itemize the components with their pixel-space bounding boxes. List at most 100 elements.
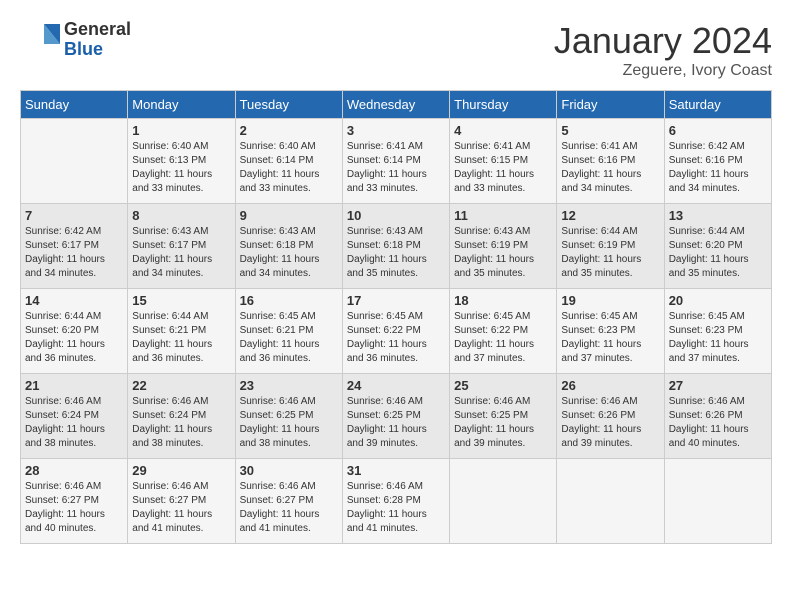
header-day-saturday: Saturday — [664, 91, 771, 119]
calendar-cell — [450, 459, 557, 544]
day-number: 31 — [347, 463, 445, 478]
logo-text: General Blue — [64, 20, 131, 60]
day-number: 18 — [454, 293, 552, 308]
calendar-cell: 29 Sunrise: 6:46 AM Sunset: 6:27 PM Dayli… — [128, 459, 235, 544]
day-number: 28 — [25, 463, 123, 478]
logo-general: General — [64, 20, 131, 40]
day-number: 6 — [669, 123, 767, 138]
logo: General Blue — [20, 20, 131, 60]
day-content: Sunrise: 6:46 AM Sunset: 6:25 PM Dayligh… — [454, 395, 552, 451]
day-content: Sunrise: 6:40 AM Sunset: 6:14 PM Dayligh… — [240, 140, 338, 196]
calendar-cell: 22Sunrise: 6:46 AM Sunset: 6:24 PM Dayli… — [128, 374, 235, 459]
day-content: Sunrise: 6:46 AM Sunset: 6:24 PM Dayligh… — [25, 395, 123, 451]
calendar-week-4: 21 Sunrise: 6:46 AM Sunset: 6:24 PM Dayli… — [21, 374, 772, 459]
calendar-cell: 2Sunrise: 6:40 AM Sunset: 6:14 PM Daylig… — [235, 119, 342, 204]
calendar-header: SundayMondayTuesdayWednesdayThursdayFrid… — [21, 91, 772, 119]
day-content: Sunrise: 6:44 AM Sunset: 6:19 PM Dayligh… — [561, 225, 659, 281]
day-number: 29 — [132, 463, 230, 478]
calendar-week-5: 28 Sunrise: 6:46 AM Sunset: 6:27 PM Dayli… — [21, 459, 772, 544]
day-number: 15 — [132, 293, 230, 308]
logo-icon — [20, 20, 60, 60]
calendar-cell: 18 Sunrise: 6:45 AM Sunset: 6:22 PM Dayli… — [450, 289, 557, 374]
calendar-cell — [664, 459, 771, 544]
day-content: Sunrise: 6:45 AM Sunset: 6:21 PM Dayligh… — [240, 310, 338, 366]
calendar-week-2: 7Sunrise: 6:42 AM Sunset: 6:17 PM Daylig… — [21, 204, 772, 289]
calendar-cell: 27Sunrise: 6:46 AM Sunset: 6:26 PM Dayli… — [664, 374, 771, 459]
day-number: 14 — [25, 293, 123, 308]
day-number: 16 — [240, 293, 338, 308]
day-content: Sunrise: 6:45 AM Sunset: 6:22 PM Dayligh… — [454, 310, 552, 366]
day-content: Sunrise: 6:46 AM Sunset: 6:26 PM Dayligh… — [669, 395, 767, 451]
day-content: Sunrise: 6:46 AM Sunset: 6:27 PM Dayligh… — [25, 480, 123, 536]
day-number: 19 — [561, 293, 659, 308]
day-content: Sunrise: 6:46 AM Sunset: 6:25 PM Dayligh… — [240, 395, 338, 451]
header-day-sunday: Sunday — [21, 91, 128, 119]
day-number: 17 — [347, 293, 445, 308]
day-content: Sunrise: 6:43 AM Sunset: 6:18 PM Dayligh… — [240, 225, 338, 281]
day-content: Sunrise: 6:46 AM Sunset: 6:25 PM Dayligh… — [347, 395, 445, 451]
day-number: 20 — [669, 293, 767, 308]
day-content: Sunrise: 6:43 AM Sunset: 6:17 PM Dayligh… — [132, 225, 230, 281]
day-number: 8 — [132, 208, 230, 223]
header-day-tuesday: Tuesday — [235, 91, 342, 119]
day-number: 1 — [132, 123, 230, 138]
day-content: Sunrise: 6:46 AM Sunset: 6:27 PM Dayligh… — [132, 480, 230, 536]
calendar-cell: 6 Sunrise: 6:42 AM Sunset: 6:16 PM Daylig… — [664, 119, 771, 204]
calendar-week-1: 1Sunrise: 6:40 AM Sunset: 6:13 PM Daylig… — [21, 119, 772, 204]
day-number: 21 — [25, 378, 123, 393]
day-content: Sunrise: 6:44 AM Sunset: 6:21 PM Dayligh… — [132, 310, 230, 366]
calendar-cell: 23Sunrise: 6:46 AM Sunset: 6:25 PM Dayli… — [235, 374, 342, 459]
calendar-cell: 14Sunrise: 6:44 AM Sunset: 6:20 PM Dayli… — [21, 289, 128, 374]
day-number: 13 — [669, 208, 767, 223]
calendar-cell: 12 Sunrise: 6:44 AM Sunset: 6:19 PM Dayli… — [557, 204, 664, 289]
day-number: 30 — [240, 463, 338, 478]
calendar-cell: 31 Sunrise: 6:46 AM Sunset: 6:28 PM Dayli… — [342, 459, 449, 544]
day-number: 11 — [454, 208, 552, 223]
calendar-cell: 16 Sunrise: 6:45 AM Sunset: 6:21 PM Dayli… — [235, 289, 342, 374]
day-content: Sunrise: 6:44 AM Sunset: 6:20 PM Dayligh… — [669, 225, 767, 281]
day-content: Sunrise: 6:46 AM Sunset: 6:26 PM Dayligh… — [561, 395, 659, 451]
calendar-cell: 5 Sunrise: 6:41 AM Sunset: 6:16 PM Daylig… — [557, 119, 664, 204]
day-content: Sunrise: 6:43 AM Sunset: 6:19 PM Dayligh… — [454, 225, 552, 281]
calendar-cell: 28 Sunrise: 6:46 AM Sunset: 6:27 PM Dayli… — [21, 459, 128, 544]
calendar-cell — [557, 459, 664, 544]
calendar-body: 1Sunrise: 6:40 AM Sunset: 6:13 PM Daylig… — [21, 119, 772, 544]
day-number: 24 — [347, 378, 445, 393]
day-number: 22 — [132, 378, 230, 393]
day-number: 5 — [561, 123, 659, 138]
header-day-wednesday: Wednesday — [342, 91, 449, 119]
day-content: Sunrise: 6:43 AM Sunset: 6:18 PM Dayligh… — [347, 225, 445, 281]
logo-blue: Blue — [64, 40, 131, 60]
calendar-cell: 11 Sunrise: 6:43 AM Sunset: 6:19 PM Dayli… — [450, 204, 557, 289]
calendar-cell: 1Sunrise: 6:40 AM Sunset: 6:13 PM Daylig… — [128, 119, 235, 204]
day-number: 12 — [561, 208, 659, 223]
title-block: January 2024 Zeguere, Ivory Coast — [554, 20, 772, 80]
day-number: 7 — [25, 208, 123, 223]
day-number: 26 — [561, 378, 659, 393]
day-number: 25 — [454, 378, 552, 393]
calendar-cell: 17 Sunrise: 6:45 AM Sunset: 6:22 PM Dayli… — [342, 289, 449, 374]
calendar-cell: 8 Sunrise: 6:43 AM Sunset: 6:17 PM Daylig… — [128, 204, 235, 289]
calendar-table: SundayMondayTuesdayWednesdayThursdayFrid… — [20, 90, 772, 544]
header-row: SundayMondayTuesdayWednesdayThursdayFrid… — [21, 91, 772, 119]
header-day-thursday: Thursday — [450, 91, 557, 119]
day-content: Sunrise: 6:41 AM Sunset: 6:16 PM Dayligh… — [561, 140, 659, 196]
month-title: January 2024 — [554, 20, 772, 62]
calendar-cell: 19 Sunrise: 6:45 AM Sunset: 6:23 PM Dayli… — [557, 289, 664, 374]
day-content: Sunrise: 6:46 AM Sunset: 6:28 PM Dayligh… — [347, 480, 445, 536]
header-day-friday: Friday — [557, 91, 664, 119]
calendar-cell: 20 Sunrise: 6:45 AM Sunset: 6:23 PM Dayli… — [664, 289, 771, 374]
location-subtitle: Zeguere, Ivory Coast — [554, 62, 772, 80]
calendar-week-3: 14Sunrise: 6:44 AM Sunset: 6:20 PM Dayli… — [21, 289, 772, 374]
day-content: Sunrise: 6:45 AM Sunset: 6:23 PM Dayligh… — [669, 310, 767, 366]
calendar-cell: 7Sunrise: 6:42 AM Sunset: 6:17 PM Daylig… — [21, 204, 128, 289]
calendar-cell: 9Sunrise: 6:43 AM Sunset: 6:18 PM Daylig… — [235, 204, 342, 289]
day-content: Sunrise: 6:45 AM Sunset: 6:22 PM Dayligh… — [347, 310, 445, 366]
day-content: Sunrise: 6:41 AM Sunset: 6:14 PM Dayligh… — [347, 140, 445, 196]
calendar-cell: 21 Sunrise: 6:46 AM Sunset: 6:24 PM Dayli… — [21, 374, 128, 459]
day-number: 3 — [347, 123, 445, 138]
calendar-cell: 15 Sunrise: 6:44 AM Sunset: 6:21 PM Dayli… — [128, 289, 235, 374]
day-content: Sunrise: 6:42 AM Sunset: 6:16 PM Dayligh… — [669, 140, 767, 196]
calendar-cell: 30Sunrise: 6:46 AM Sunset: 6:27 PM Dayli… — [235, 459, 342, 544]
day-content: Sunrise: 6:45 AM Sunset: 6:23 PM Dayligh… — [561, 310, 659, 366]
